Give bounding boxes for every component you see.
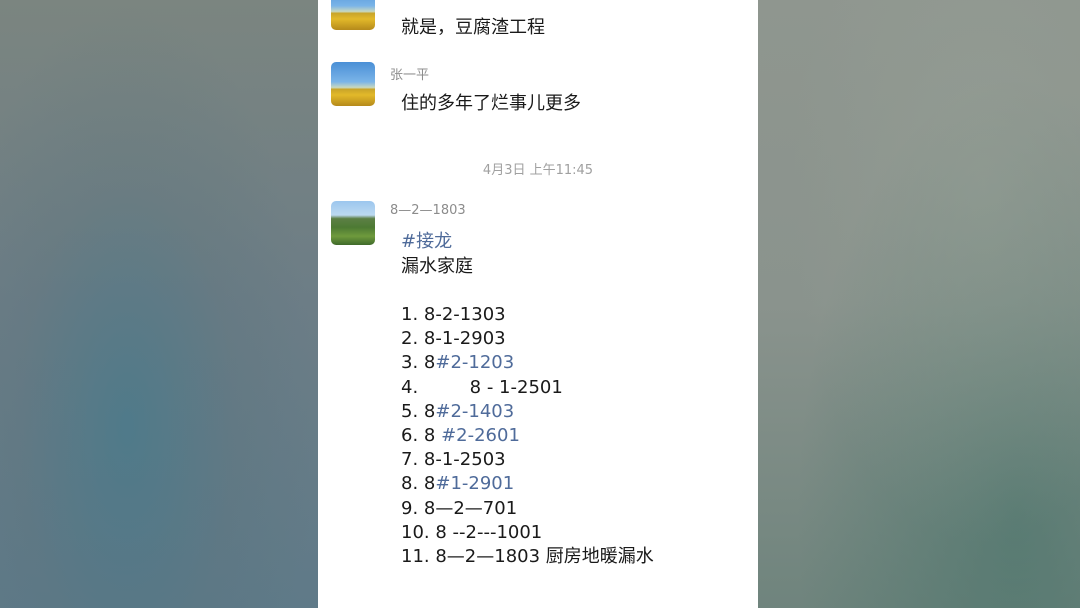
background-blur-right <box>758 0 1080 608</box>
list-item: 4. 8 - 1-2501 <box>401 376 654 400</box>
list-item-text: 10. 8 --2---1001 <box>401 521 543 543</box>
timestamp: 4月3日 上午11:45 <box>482 163 594 178</box>
list-item-text: 5. 8 <box>401 400 436 422</box>
list-item: 8. 8#1-2901 <box>401 472 654 496</box>
list-item: 1. 8-2-1303 <box>401 303 654 327</box>
sender-name: 8—2—1803 <box>390 203 466 218</box>
list-item-text: 8. 8 <box>401 473 436 495</box>
avatar[interactable] <box>331 0 375 30</box>
list-item-text: 6. 8 <box>401 424 442 446</box>
avatar[interactable] <box>331 201 375 245</box>
chat-screen[interactable]: 就是，豆腐渣工程 张一平 住的多年了烂事儿更多 4月3日 上午11:45 8—2… <box>318 0 758 608</box>
list-item: 3. 8#2-1203 <box>401 351 654 375</box>
message-text: 就是，豆腐渣工程 <box>401 17 545 38</box>
list-item-text: 9. 8—2—701 <box>401 497 518 519</box>
list-item-text: 2. 8-1-2903 <box>401 328 506 350</box>
hashtag-link[interactable]: #1-2901 <box>435 473 514 494</box>
message-title: 漏水家庭 <box>401 256 473 277</box>
message-text: 住的多年了烂事儿更多 <box>401 93 581 114</box>
list-item-text: 11. 8—2—1803 厨房地暖漏水 <box>401 545 654 567</box>
list-item: 2. 8-1-2903 <box>401 327 654 351</box>
hashtag-link[interactable]: #2-1403 <box>435 401 514 422</box>
list-item: 10. 8 --2---1001 <box>401 521 654 545</box>
list-item-text: 7. 8-1-2503 <box>401 449 506 471</box>
list-item: 11. 8—2—1803 厨房地暖漏水 <box>401 545 654 569</box>
relay-list: 1. 8-2-1303 2. 8-1-2903 3. 8#2-1203 4. 8… <box>401 303 654 569</box>
list-item: 9. 8—2—701 <box>401 497 654 521</box>
list-item: 6. 8 #2-2601 <box>401 424 654 448</box>
list-item-text: 3. 8 <box>401 352 436 374</box>
hashtag-link[interactable]: #2-1203 <box>435 352 514 373</box>
list-item-text: 4. 8 - 1-2501 <box>401 376 563 398</box>
list-item: 7. 8-1-2503 <box>401 448 654 472</box>
background-blur-left <box>0 0 318 608</box>
list-item-text: 1. 8-2-1303 <box>401 304 506 325</box>
avatar[interactable] <box>331 62 375 106</box>
sender-name: 张一平 <box>390 68 430 83</box>
hashtag-link[interactable]: #2-2601 <box>441 425 520 446</box>
list-item: 5. 8#2-1403 <box>401 400 654 424</box>
hashtag-link[interactable]: #接龙 <box>401 230 452 254</box>
